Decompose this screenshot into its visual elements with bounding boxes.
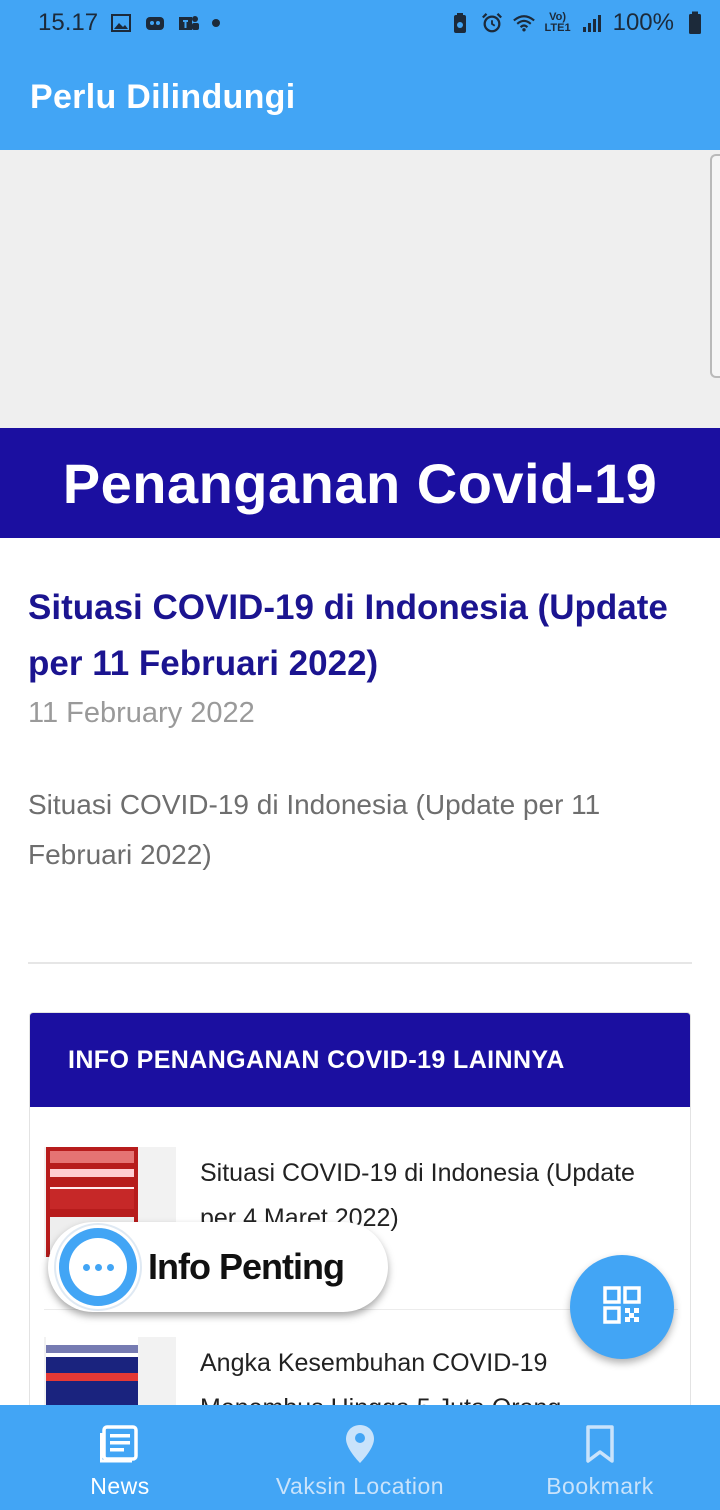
status-bar: 15.17 Vo) LTE1 100%	[0, 0, 720, 45]
volte-icon: Vo) LTE1	[544, 11, 571, 34]
article-title[interactable]: Situasi COVID-19 di Indonesia (Update pe…	[28, 580, 668, 692]
app-bar: Perlu Dilindungi	[0, 45, 720, 150]
app-title: Perlu Dilindungi	[30, 78, 296, 116]
article-date: 11 February 2022	[28, 697, 255, 729]
news-thumbnail	[44, 1337, 176, 1405]
more-info-header: INFO PENANGANAN COVID-19 LAINNYA	[30, 1013, 690, 1107]
alarm-icon	[481, 12, 503, 34]
hero-banner: Penanganan Covid-19	[0, 428, 720, 538]
hero-title: Penanganan Covid-19	[62, 451, 658, 515]
nav-bookmark[interactable]: Bookmark	[480, 1405, 720, 1510]
more-info-header-title: INFO PENANGANAN COVID-19 LAINNYA	[68, 1045, 565, 1074]
article-summary: Situasi COVID-19 di Indonesia (Update pe…	[28, 789, 601, 870]
volte-bottom: LTE1	[544, 21, 571, 34]
signal-icon	[581, 12, 603, 34]
banner-placeholder	[0, 150, 720, 428]
nav-bookmark-label: Bookmark	[546, 1473, 654, 1499]
scroll-handle[interactable]	[710, 154, 720, 378]
info-penting-label: Info Penting	[148, 1246, 345, 1287]
news-icon	[100, 1423, 140, 1465]
qr-code-icon	[603, 1285, 641, 1329]
status-time: 15.17	[38, 8, 99, 36]
qr-scan-button[interactable]	[570, 1255, 674, 1359]
chat-bubble-icon	[56, 1225, 140, 1309]
bottom-nav: News Vaksin Location Bookmark	[0, 1405, 720, 1510]
nav-news-label: News	[90, 1473, 150, 1499]
location-pin-icon	[340, 1423, 380, 1465]
list-item[interactable]: Angka Kesembuhan COVID-19 Menembus Hingg…	[44, 1337, 678, 1405]
nav-vaksin-location-label: Vaksin Location	[275, 1473, 445, 1499]
nav-vaksin-location[interactable]: Vaksin Location	[240, 1405, 480, 1510]
battery-saver-icon	[449, 12, 471, 34]
divider	[28, 962, 692, 964]
content-scroll[interactable]: Penanganan Covid-19 Situasi COVID-19 di …	[0, 150, 720, 1405]
image-icon	[110, 12, 132, 34]
teams-icon	[178, 12, 200, 34]
notification-dot	[212, 18, 221, 27]
battery-icon	[684, 11, 706, 34]
battery-percent: 100%	[612, 8, 674, 36]
bookmark-icon	[580, 1423, 620, 1465]
app-icon	[144, 12, 166, 34]
wifi-icon	[512, 12, 535, 34]
nav-news[interactable]: News	[0, 1405, 240, 1510]
info-penting-button[interactable]: Info Penting	[48, 1222, 388, 1312]
